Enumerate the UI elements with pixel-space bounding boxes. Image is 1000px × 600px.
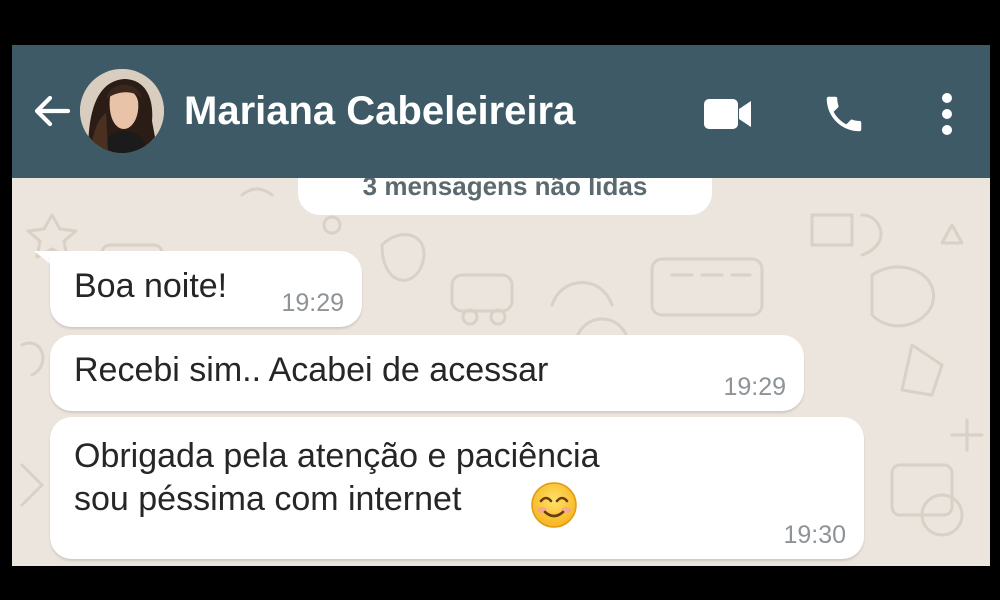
message-text: Obrigada pela atenção e paciência sou pé… — [74, 437, 600, 518]
back-arrow-icon — [34, 95, 71, 127]
contact-name[interactable]: Mariana Cabeleireira — [184, 87, 575, 135]
video-call-icon — [704, 99, 751, 129]
more-options-button[interactable] — [922, 89, 972, 139]
message-timestamp: 19:30 — [783, 521, 846, 549]
voice-call-button[interactable] — [818, 89, 870, 139]
message-bubble[interactable]: Obrigada pela atenção e paciência sou pé… — [50, 417, 864, 559]
phone-icon — [826, 96, 862, 132]
message-timestamp: 19:29 — [281, 289, 344, 317]
message-bubble[interactable]: Boa noite! 19:29 — [50, 251, 362, 327]
smiling-face-emoji — [531, 482, 577, 528]
avatar-photo — [80, 69, 164, 153]
video-call-button[interactable] — [702, 89, 754, 139]
back-button[interactable] — [30, 89, 74, 133]
message-timestamp: 19:29 — [723, 373, 786, 401]
message-text: Boa noite! — [74, 267, 228, 305]
more-vert-icon — [942, 93, 952, 135]
chat-screen: Mariana Cabeleireira 3 mensagens não lid… — [12, 45, 990, 566]
chat-header: Mariana Cabeleireira — [12, 45, 990, 178]
avatar[interactable] — [80, 69, 164, 153]
message-bubble[interactable]: Recebi sim.. Acabei de acessar 19:29 — [50, 335, 804, 411]
message-text: Recebi sim.. Acabei de acessar — [74, 351, 549, 389]
